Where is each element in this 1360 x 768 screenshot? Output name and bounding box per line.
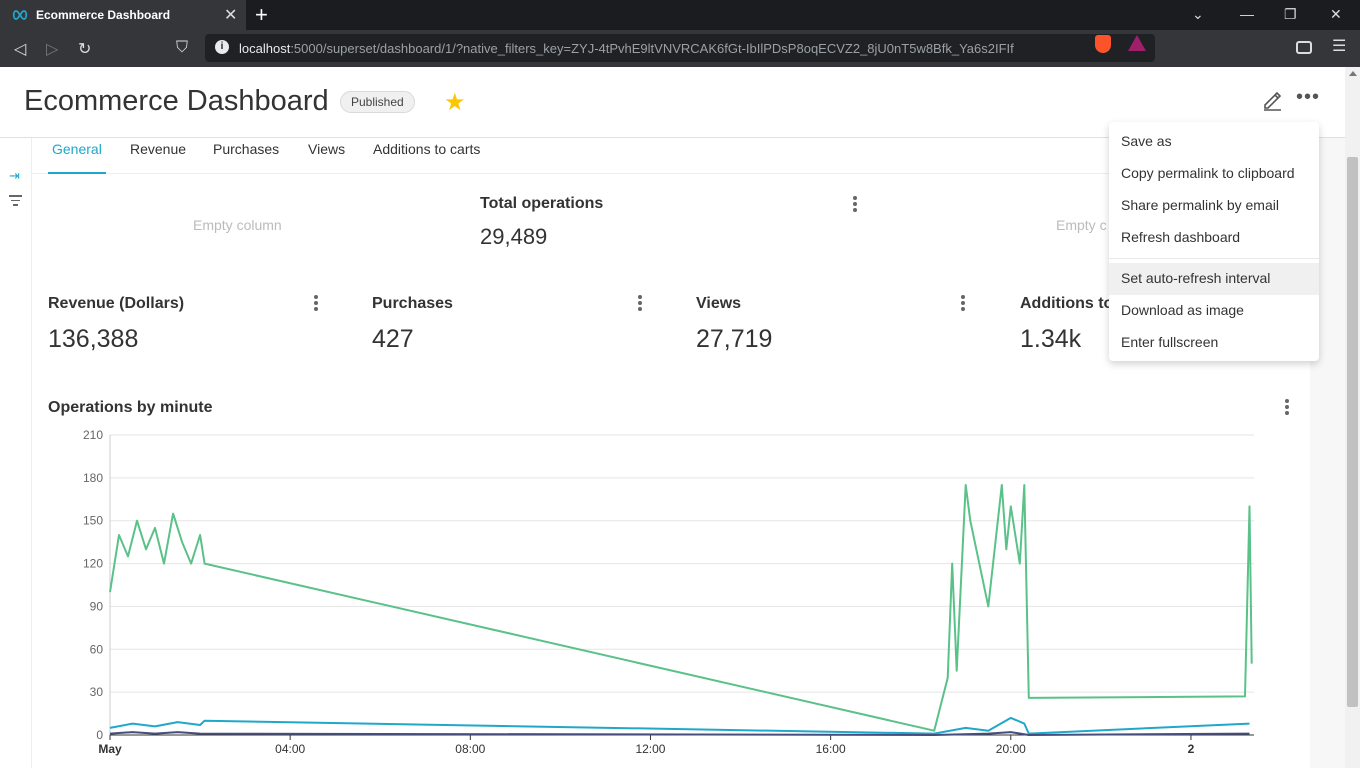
x-tick-label: 12:00 (635, 742, 665, 756)
menu-item-refresh[interactable]: Refresh dashboard (1109, 222, 1319, 254)
y-tick-label: 120 (83, 557, 103, 571)
kpi-revenue-title: Revenue (Dollars) (48, 295, 185, 312)
y-tick-label: 60 (90, 642, 104, 656)
x-tick-label: 16:00 (816, 742, 846, 756)
menu-item-download-image[interactable]: Download as image (1109, 295, 1319, 327)
series-line-1 (109, 716, 1250, 735)
tab-views[interactable]: Views (308, 141, 345, 174)
x-tick-label: 20:00 (996, 742, 1026, 756)
kpi-carts-value: 1.34k (1020, 325, 1082, 353)
new-tab-button[interactable]: + (255, 2, 268, 28)
x-tick-label: 04:00 (275, 742, 305, 756)
menu-divider (1109, 258, 1319, 259)
chart-menu-icon[interactable] (1285, 399, 1289, 417)
x-tick-label: 2 (1188, 742, 1195, 756)
browser-tab[interactable]: Ecommerce Dashboard ✕ (0, 0, 246, 30)
menu-item-save-as[interactable]: Save as (1109, 126, 1319, 158)
filter-sidebar: ⇥ (0, 138, 32, 768)
forward-icon[interactable]: ▷ (46, 39, 58, 59)
more-options-icon[interactable]: ••• (1296, 86, 1320, 109)
tab-additions-to-carts[interactable]: Additions to carts (373, 141, 480, 174)
y-tick-label: 30 (90, 685, 104, 699)
bookmark-icon[interactable]: ⛉ (176, 39, 188, 57)
kpi-views-title: Views (696, 295, 742, 312)
site-info-icon[interactable]: i (215, 40, 229, 54)
address-bar[interactable]: i localhost:5000/superset/dashboard/1/?n… (205, 34, 1155, 62)
brave-shields-icon[interactable] (1095, 35, 1111, 53)
series-line-0 (109, 484, 1253, 732)
y-tick-label: 90 (90, 599, 104, 613)
browser-chrome: Ecommerce Dashboard ✕ + ⌄ — ❐ ✕ ◁ ▷ ↻ ⛉ … (0, 0, 1360, 67)
chart-menu-icon[interactable] (853, 196, 857, 214)
series-line-2 (109, 731, 1250, 736)
browser-tab-bar: Ecommerce Dashboard ✕ + ⌄ — ❐ ✕ (0, 0, 1360, 30)
y-tick-label: 180 (83, 471, 103, 485)
tab-purchases[interactable]: Purchases (213, 141, 279, 174)
scrollbar-thumb[interactable] (1347, 157, 1358, 707)
edit-icon[interactable] (1261, 89, 1283, 111)
y-tick-label: 150 (83, 514, 103, 528)
kpi-views-value: 27,719 (696, 325, 773, 353)
menu-item-share-email[interactable]: Share permalink by email (1109, 190, 1319, 222)
url-text: localhost:5000/superset/dashboard/1/?nat… (239, 41, 1014, 56)
menu-item-auto-refresh[interactable]: Set auto-refresh interval (1109, 263, 1319, 295)
kpi-purchases-value: 427 (372, 325, 414, 353)
dashboard-actions-menu: Save as Copy permalink to clipboard Shar… (1109, 122, 1319, 361)
kpi-total-title: Total operations (480, 195, 604, 212)
favorite-star-icon[interactable]: ★ (444, 88, 466, 117)
chart-title: Operations by minute (48, 399, 213, 416)
chart-menu-icon[interactable] (314, 295, 318, 313)
x-tick-label: May (98, 742, 122, 756)
status-badge[interactable]: Published (340, 91, 415, 113)
scroll-up-icon[interactable] (1349, 71, 1357, 76)
back-icon[interactable]: ◁ (14, 39, 26, 59)
y-tick-label: 210 (83, 428, 103, 442)
menu-item-copy-permalink[interactable]: Copy permalink to clipboard (1109, 158, 1319, 190)
x-tick-label: 08:00 (455, 742, 485, 756)
kpi-carts-title: Additions to (1020, 295, 1114, 312)
empty-column-left: Empty column (193, 217, 282, 233)
tab-search-icon[interactable]: ⌄ (1192, 6, 1204, 23)
operations-line-chart[interactable]: 0 30 60 90 120 150 180 210 May 04:00 08:00 12:00 16:… (48, 423, 1278, 768)
brave-rewards-icon[interactable] (1128, 35, 1146, 51)
minimize-icon[interactable]: — (1240, 6, 1254, 22)
filter-icon[interactable] (9, 195, 22, 209)
browser-menu-icon[interactable]: ☰ (1332, 36, 1346, 56)
tab-revenue[interactable]: Revenue (130, 141, 186, 174)
expand-filters-icon[interactable]: ⇥ (9, 168, 20, 184)
superset-logo-icon (12, 10, 28, 20)
restore-icon[interactable]: ❐ (1284, 6, 1297, 23)
y-tick-label: 0 (96, 728, 103, 742)
tab-general[interactable]: General (48, 141, 106, 174)
page-scrollbar[interactable] (1345, 67, 1360, 768)
browser-toolbar: ◁ ▷ ↻ ⛉ i localhost:5000/superset/dashbo… (0, 30, 1360, 67)
chart-menu-icon[interactable] (961, 295, 965, 313)
dashboard-title[interactable]: Ecommerce Dashboard (24, 85, 329, 118)
empty-column-right: Empty c (1056, 217, 1107, 233)
wallet-icon[interactable] (1296, 41, 1312, 54)
close-tab-icon[interactable]: ✕ (224, 5, 237, 25)
kpi-purchases-title: Purchases (372, 295, 453, 312)
kpi-revenue-value: 136,388 (48, 325, 139, 353)
reload-icon[interactable]: ↻ (78, 39, 91, 59)
chart-menu-icon[interactable] (638, 295, 642, 313)
menu-item-fullscreen[interactable]: Enter fullscreen (1109, 327, 1319, 359)
browser-tab-title: Ecommerce Dashboard (36, 8, 171, 22)
kpi-total-value: 29,489 (480, 224, 548, 249)
window-close-icon[interactable]: ✕ (1330, 6, 1342, 23)
